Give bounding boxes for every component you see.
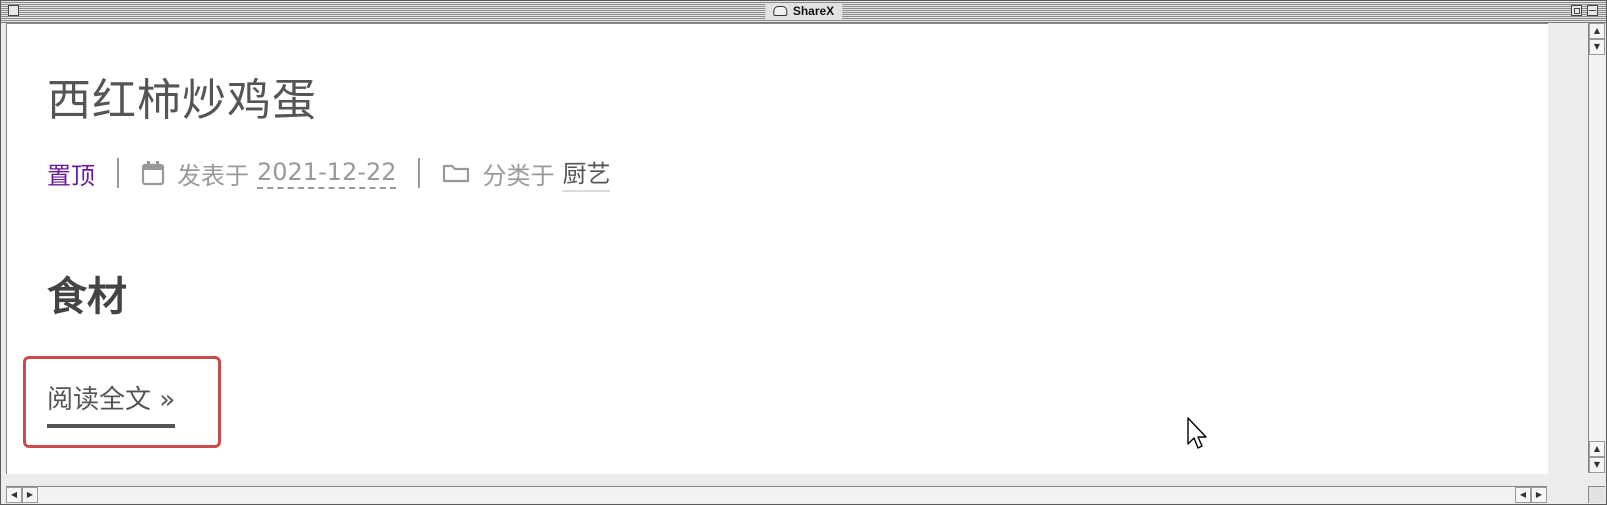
content-area: 西红柿炒鸡蛋 置顶 发表于 2021-12-22 分类于 厨艺 食材 阅读全文 …	[6, 23, 1548, 474]
close-box[interactable]	[8, 5, 19, 16]
category-link[interactable]: 厨艺	[562, 154, 611, 192]
mouse-pointer-icon	[1187, 417, 1211, 457]
sharex-window: ShareX 西红柿炒鸡蛋 置顶 发表于 2021-12-22 分类于 厨艺 食…	[0, 0, 1607, 505]
scroll-left-button[interactable]: ◀	[6, 487, 22, 503]
title-wrap: ShareX	[764, 3, 843, 19]
scroll-right-button-end[interactable]: ▶	[1531, 487, 1547, 503]
post-meta: 置顶 发表于 2021-12-22 分类于 厨艺	[47, 154, 611, 192]
post-date[interactable]: 2021-12-22	[257, 158, 397, 189]
post-title[interactable]: 西红柿炒鸡蛋	[47, 64, 317, 128]
category-label: 分类于	[482, 161, 555, 190]
scroll-down-button-bottom[interactable]: ▼	[1589, 457, 1605, 473]
scroll-up-button-bottom[interactable]: ▲	[1589, 441, 1605, 457]
title-bar[interactable]: ShareX	[1, 1, 1606, 23]
vertical-scrollbar[interactable]: ▲ ▼ ▲ ▼	[1588, 23, 1605, 473]
sticky-label: 置顶	[47, 161, 95, 190]
meta-divider	[418, 158, 421, 188]
folder-icon	[442, 162, 470, 184]
horizontal-scrollbar[interactable]: ◀ ▶ ◀ ▶	[6, 486, 1547, 503]
posted-label: 发表于	[177, 161, 249, 190]
scroll-right-button[interactable]: ▶	[22, 487, 38, 503]
disk-icon	[772, 6, 787, 16]
collapse-box[interactable]	[1587, 5, 1598, 16]
resize-corner[interactable]	[1588, 486, 1605, 503]
scroll-up-button[interactable]: ▲	[1589, 23, 1605, 39]
zoom-box[interactable]	[1571, 5, 1582, 16]
scroll-left-button-end[interactable]: ◀	[1515, 487, 1531, 503]
meta-divider	[117, 158, 119, 188]
read-more-link[interactable]: 阅读全文 »	[47, 379, 176, 428]
window-title: ShareX	[792, 4, 835, 18]
calendar-icon	[141, 160, 165, 186]
section-heading: 食材	[47, 274, 127, 320]
scroll-down-button[interactable]: ▼	[1589, 39, 1605, 55]
